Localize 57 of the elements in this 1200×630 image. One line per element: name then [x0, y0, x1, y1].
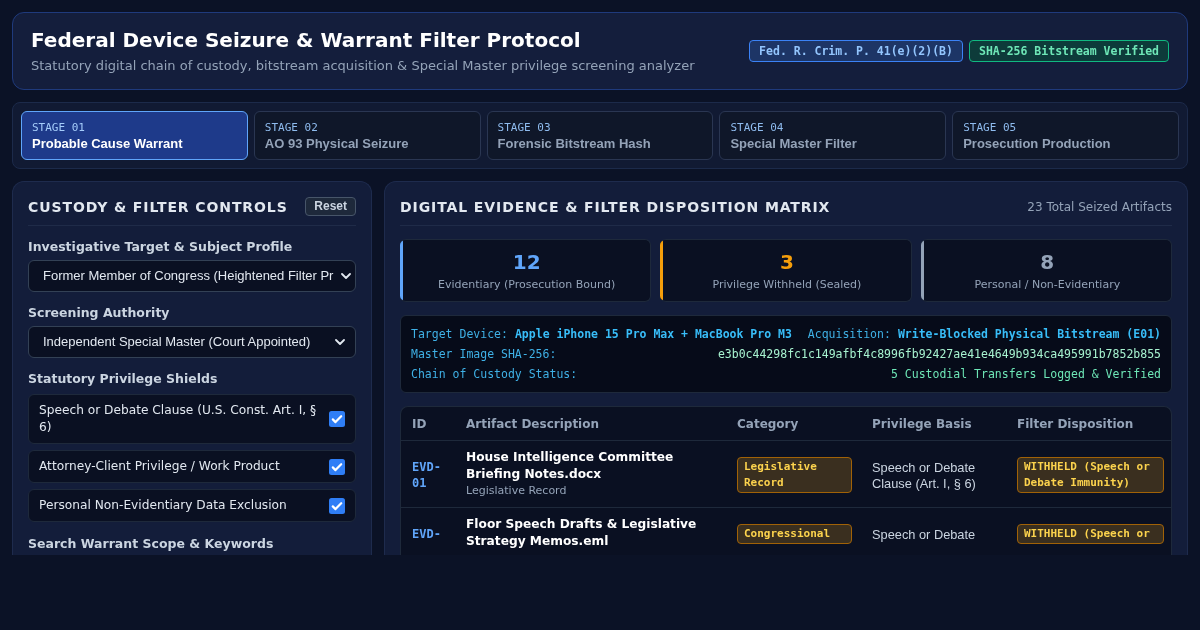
info-value: e3b0c44298fc1c149afbf4c8996fb92427ae41e4649b934ca495991b7852b855: [717, 346, 1161, 363]
column-header: Privilege Basis: [872, 416, 972, 432]
evidence-id: EVD-01: [412, 459, 442, 491]
artifact-type: Legislative Record: [466, 483, 568, 499]
reset-button[interactable]: Reset: [305, 197, 356, 216]
column-header: Artifact Description: [466, 416, 599, 432]
info-label: Chain of Custody Status:: [411, 366, 578, 383]
checkbox[interactable]: [329, 411, 345, 427]
stat-label: Privilege Withheld (Sealed): [712, 277, 862, 292]
evidence-id: EVD-: [412, 526, 442, 542]
column-header: Filter Disposition: [1017, 416, 1134, 432]
info-value: 5 Custodial Transfers Logged & Verified: [890, 366, 1161, 383]
checkbox[interactable]: [329, 497, 345, 514]
stat-value: 3: [780, 249, 794, 275]
info-label: Acquisition:: [807, 326, 891, 343]
artifact-count: 23 Total Seized Artifacts: [1027, 198, 1172, 215]
stage-tab[interactable]: STAGE 03 Forensic Bitstream Hash: [486, 111, 714, 160]
stage-tab[interactable]: STAGE 01 Probable Cause Warrant: [21, 111, 248, 160]
panel-title: DIGITAL EVIDENCE & FILTER DISPOSITION MATRIX: [400, 197, 831, 217]
stage-tab[interactable]: STAGE 04 Special Master Filter: [719, 111, 947, 160]
disposition-tag: WITHHELD (Speech or: [1017, 524, 1164, 544]
shield-label: Personal Non-Evidentiary Data Exclusion: [39, 497, 287, 514]
info-value: Write-Blocked Physical Bitstream (E01): [897, 326, 1161, 343]
stat-value: 8: [1040, 249, 1055, 275]
section-label: Statutory Privilege Shields: [28, 371, 218, 387]
checkbox[interactable]: [329, 458, 345, 475]
stat-label: Evidentiary (Prosecution Bound): [438, 277, 616, 292]
shield-label: Attorney-Client Privilege / Work Product: [39, 458, 280, 475]
info-label: Target Device:: [411, 326, 508, 343]
stat-value: 12: [512, 249, 541, 275]
chevron-down-icon: [335, 339, 345, 345]
category-tag: Congressional: [737, 524, 852, 544]
artifact-name: House Intelligence Committee Briefing Notes.docx: [466, 449, 675, 483]
page-subtitle: Statutory digital chain of custody, bitstream acquisition & Special Master privilege screening analyzer: [31, 57, 695, 75]
privilege-basis: Speech or Debate Clause (Art. I, § 6): [872, 460, 977, 492]
column-header: Category: [737, 416, 799, 432]
field-label: Screening Authority: [28, 305, 170, 321]
artifact-name: Floor Speech Drafts & Legislative Strategy Memos.eml: [466, 516, 698, 550]
disposition-tag: WITHHELD (Speech or Debate Immunity): [1017, 457, 1164, 493]
stage-tab[interactable]: STAGE 05 Prosecution Production: [952, 111, 1179, 160]
shield-label: Speech or Debate Clause (U.S. Const. Art. I, § 6): [39, 402, 318, 436]
verification-tag: SHA-256 Bitstream Verified: [969, 40, 1169, 62]
chevron-down-icon: [341, 273, 352, 279]
column-header: ID: [412, 416, 427, 432]
category-tag: Legislative Record: [737, 457, 852, 493]
panel-title: CUSTODY & FILTER CONTROLS: [28, 197, 288, 217]
section-label: Search Warrant Scope & Keywords: [28, 536, 274, 552]
field-label: Investigative Target & Subject Profile: [28, 239, 293, 255]
stat-label: Personal / Non-Evidentiary: [974, 277, 1121, 292]
info-value: Apple iPhone 15 Pro Max + MacBook Pro M3: [514, 326, 792, 343]
page-title: Federal Device Seizure & Warrant Filter Protocol: [31, 27, 581, 53]
select-field[interactable]: Former Member of Congress (Heightened Filter Pr: [28, 260, 356, 292]
citation-tag: Fed. R. Crim. P. 41(e)(2)(B): [749, 40, 963, 62]
info-label: Master Image SHA-256:: [411, 346, 557, 363]
stage-tab[interactable]: STAGE 02 AO 93 Physical Seizure: [253, 111, 481, 160]
privilege-basis: Speech or Debate: [872, 527, 977, 543]
select-field[interactable]: Independent Special Master (Court Appointed): [28, 326, 356, 358]
